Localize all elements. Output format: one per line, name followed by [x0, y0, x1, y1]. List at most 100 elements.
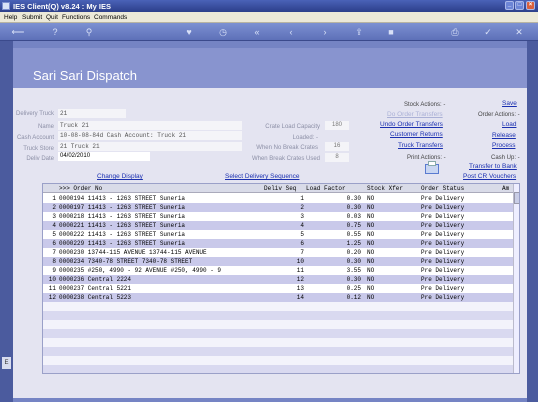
table-row[interactable]: 11 0000237 Central 5221 13 0.25 NO Pre Delive…	[43, 284, 513, 293]
table-row[interactable]: 4 0000221 11413 - 1263 STREET Suneria 4 0.7…	[43, 221, 513, 230]
table-row[interactable]: 10 0000236 Central 2224 12 0.30 NO Pre Delive…	[43, 275, 513, 284]
empty-row	[43, 320, 513, 329]
table-row[interactable]: 8 0000234 7340-78 STREET 7340-78 STREET 10…	[43, 257, 513, 266]
search-icon[interactable]: ⚲	[84, 27, 94, 37]
customer-returns-link[interactable]: Customer Returns	[390, 131, 443, 138]
row-number: 5	[52, 231, 56, 238]
stop-icon[interactable]: ■	[386, 27, 396, 37]
table-row[interactable]: 2 0000197 11413 - 1263 STREET Suneria 2 0.3…	[43, 203, 513, 212]
when-no-break-crates-field[interactable]: 16	[325, 142, 349, 151]
truck-store-field[interactable]: 21 Truck 21	[58, 142, 242, 151]
favorite-icon[interactable]: ♥	[184, 27, 194, 37]
delivery-truck-field[interactable]: 21	[58, 109, 126, 118]
row-number: 2	[52, 204, 56, 211]
order-no-cell: 0000230 13744-115 AVENUE 13744-115 AVENU…	[59, 249, 207, 256]
menu-help[interactable]: Help	[4, 14, 17, 21]
scroll-thumb[interactable]	[514, 192, 519, 204]
menu-bar: Help Submit Quit Functions Commands	[0, 12, 538, 23]
back-arrow-icon[interactable]: ⟵	[8, 27, 28, 37]
upload-icon[interactable]: ⇪	[354, 27, 364, 37]
order-status-cell: Pre Delivery	[421, 240, 465, 247]
ok-icon[interactable]: ✓	[483, 27, 493, 37]
col-order-no[interactable]: >>> Order No	[59, 185, 102, 192]
order-no-cell: 0000229 11413 - 1263 STREET Suneria	[59, 240, 186, 247]
col-am[interactable]: Am	[502, 185, 509, 192]
process-link[interactable]: Process	[492, 142, 515, 149]
table-row[interactable]: 9 0000235 #250, 4990 - 92 AVENUE #250, 49…	[43, 266, 513, 275]
release-link[interactable]: Release	[492, 132, 516, 139]
right-strip	[527, 41, 538, 402]
menu-commands[interactable]: Commands	[94, 14, 127, 21]
deliv-date-label: Deliv Date	[26, 156, 54, 162]
table-row[interactable]: 12 0000238 Central 5223 14 0.12 NO Pre Delive…	[43, 293, 513, 302]
order-no-cell: 0000194 11413 - 1263 STREET Suneria	[59, 195, 186, 202]
load-factor-cell: 0.75	[346, 222, 361, 229]
order-no-cell: 0000237 Central 5221	[59, 285, 132, 292]
crate-load-capacity-field[interactable]: 180	[325, 121, 349, 130]
cash-account-field[interactable]: 10-08-08-84d Cash Account: Truck 21	[58, 131, 242, 140]
deliv-date-field[interactable]: 04/02/2010	[58, 152, 150, 161]
table-row[interactable]: 7 0000230 13744-115 AVENUE 13744-115 AVEN…	[43, 248, 513, 257]
table-scrollbar[interactable]	[513, 184, 519, 373]
print-icon[interactable]: ⎙	[450, 27, 460, 37]
table-row[interactable]: 3 0000218 11413 - 1263 STREET Suneria 3 0.0…	[43, 212, 513, 221]
side-tab[interactable]: E	[2, 357, 11, 369]
deliv-seq-cell: 1	[300, 195, 304, 202]
row-number: 6	[52, 240, 56, 247]
menu-functions[interactable]: Functions	[62, 14, 90, 21]
do-order-transfers-link[interactable]: Do Order Transfers	[387, 111, 443, 118]
stock-xfer-cell: NO	[367, 240, 375, 247]
truck-transfers-link[interactable]: Truck Transfers	[398, 142, 443, 149]
printer-icon[interactable]	[425, 161, 439, 174]
stock-xfer-cell: NO	[367, 294, 375, 301]
maximize-button[interactable]: □	[515, 1, 524, 10]
select-delivery-sequence-link[interactable]: Select Delivery Sequence	[225, 173, 299, 180]
col-load-factor[interactable]: Load Factor	[306, 185, 346, 192]
col-order-status[interactable]: Order Status	[421, 185, 464, 192]
next-icon[interactable]: ›	[320, 27, 330, 37]
col-deliv-seq[interactable]: Deliv Seq	[264, 185, 296, 192]
order-status-cell: Pre Delivery	[421, 213, 465, 220]
first-icon[interactable]: ‹	[286, 27, 296, 37]
stock-xfer-cell: NO	[367, 213, 375, 220]
transfer-to-bank-link[interactable]: Transfer to Bank	[469, 163, 517, 170]
help-icon[interactable]: ?	[50, 27, 60, 37]
col-stock-xfer[interactable]: Stock Xfer	[367, 185, 403, 192]
menu-quit[interactable]: Quit	[46, 14, 58, 21]
row-number: 4	[52, 222, 56, 229]
name-field[interactable]: Truck 21	[58, 121, 242, 130]
app-icon	[2, 2, 10, 10]
history-icon[interactable]: ◷	[218, 27, 228, 37]
cancel-icon[interactable]: ✕	[514, 27, 524, 37]
deliv-seq-cell: 12	[296, 276, 304, 283]
stock-xfer-cell: NO	[367, 258, 375, 265]
stock-actions-label: Stock Actions: -	[404, 102, 446, 108]
row-number: 12	[48, 294, 56, 301]
deliv-seq-cell: 10	[296, 258, 304, 265]
row-number: 8	[52, 258, 56, 265]
order-no-cell: 0000235 #250, 4990 - 92 AVENUE #250, 499…	[59, 267, 222, 274]
load-link[interactable]: Load	[502, 121, 516, 128]
stock-xfer-cell: NO	[367, 285, 375, 292]
table-row[interactable]: 1 0000194 11413 - 1263 STREET Suneria 1 0.3…	[43, 194, 513, 203]
save-link[interactable]: Save	[502, 100, 517, 107]
load-factor-cell: 0.30	[346, 204, 361, 211]
post-cr-vouchers-link[interactable]: Post CR Vouchers	[463, 173, 516, 180]
close-button[interactable]: ×	[526, 1, 535, 10]
undo-order-transfers-link[interactable]: Undo Order Transfers	[380, 121, 443, 128]
minimize-button[interactable]: _	[505, 1, 514, 10]
load-factor-cell: 0.25	[346, 285, 361, 292]
loaded-label: Loaded: -	[292, 135, 318, 141]
table-row[interactable]: 5 0000222 11413 - 1263 STREET Suneria 5 0.5…	[43, 230, 513, 239]
order-status-cell: Pre Delivery	[421, 249, 465, 256]
row-number: 10	[48, 276, 56, 283]
menu-submit[interactable]: Submit	[22, 14, 42, 21]
table-row[interactable]: 6 0000229 11413 - 1263 STREET Suneria 6 1.2…	[43, 239, 513, 248]
rewind-icon[interactable]: «	[252, 27, 262, 37]
when-break-crates-used-field[interactable]: 8	[325, 153, 349, 162]
deliv-seq-cell: 11	[296, 267, 304, 274]
change-display-link[interactable]: Change Display	[97, 173, 143, 180]
name-label: Name	[37, 124, 54, 130]
delivery-truck-label: Delivery Truck	[15, 111, 54, 117]
stock-xfer-cell: NO	[367, 267, 375, 274]
